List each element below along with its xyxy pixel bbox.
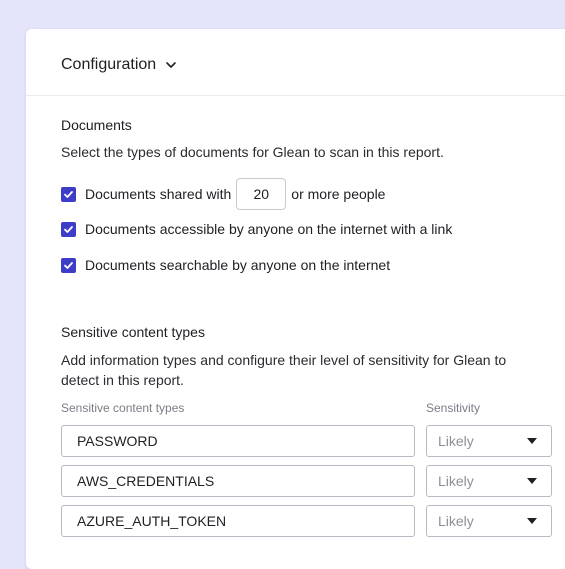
caret-down-icon (527, 478, 537, 484)
sensitivity-select[interactable]: Likely (426, 425, 552, 457)
column-label-types: Sensitive content types (61, 401, 185, 415)
configuration-dropdown[interactable]: Configuration (61, 56, 177, 74)
sensitive-section-title: Sensitive content types (61, 324, 205, 340)
caret-down-icon (527, 438, 537, 444)
checkbox-accessible-link[interactable] (61, 221, 76, 237)
option-searchable: Documents searchable by anyone on the in… (61, 257, 390, 273)
accessible-link-label: Documents accessible by anyone on the in… (85, 221, 453, 237)
content-type-value: AWS_CREDENTIALS (77, 473, 215, 489)
checkmark-icon (64, 261, 73, 269)
card-header: Configuration (26, 29, 565, 96)
content-type-field[interactable]: PASSWORD (61, 425, 415, 457)
content-type-field[interactable]: AWS_CREDENTIALS (61, 465, 415, 497)
checkmark-icon (64, 225, 73, 233)
caret-down-icon (527, 518, 537, 524)
searchable-label: Documents searchable by anyone on the in… (85, 257, 391, 273)
sensitivity-select[interactable]: Likely (426, 505, 552, 537)
configuration-title: Configuration (61, 56, 157, 73)
sensitivity-select[interactable]: Likely (426, 465, 552, 497)
sensitivity-value: Likely (438, 473, 474, 489)
documents-description: Select the types of documents for Glean … (61, 144, 444, 160)
chevron-down-icon (166, 62, 176, 68)
checkbox-searchable[interactable] (61, 257, 76, 273)
option-accessible-link: Documents accessible by anyone on the in… (61, 221, 452, 237)
sensitive-description: Add information types and configure thei… (61, 352, 507, 388)
sensitivity-value: Likely (438, 433, 474, 449)
column-label-sensitivity: Sensitivity (426, 401, 481, 415)
shared-count-input[interactable] (236, 178, 287, 210)
content-type-value: AZURE_AUTH_TOKEN (77, 513, 227, 529)
more-people-label: or more people (291, 186, 386, 202)
shared-with-label: Documents shared with (85, 186, 232, 202)
content-type-value: PASSWORD (77, 433, 158, 449)
checkmark-icon (64, 190, 73, 198)
configuration-card: Configuration Documents Select the types… (26, 29, 565, 569)
option-shared-with: Documents shared with or more people (61, 178, 385, 210)
checkbox-shared-with[interactable] (61, 186, 76, 202)
sensitivity-value: Likely (438, 513, 474, 529)
documents-section-title: Documents (61, 117, 132, 133)
content-type-field[interactable]: AZURE_AUTH_TOKEN (61, 505, 415, 537)
